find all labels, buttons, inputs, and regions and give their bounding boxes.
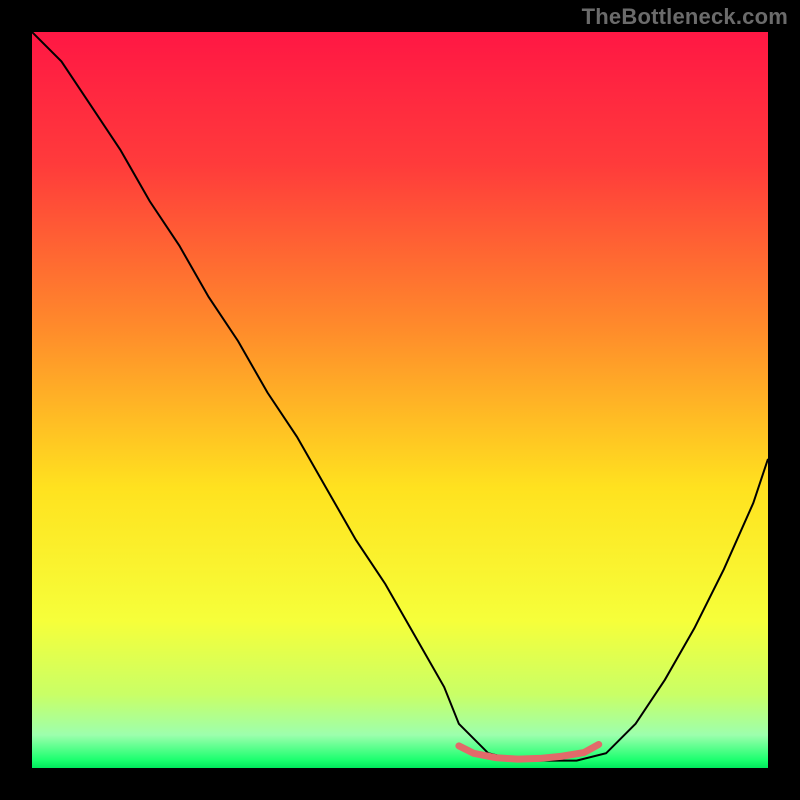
gradient-backdrop <box>32 32 768 768</box>
watermark-text: TheBottleneck.com <box>582 4 788 30</box>
bottleneck-chart <box>32 32 768 768</box>
chart-frame: TheBottleneck.com <box>0 0 800 800</box>
